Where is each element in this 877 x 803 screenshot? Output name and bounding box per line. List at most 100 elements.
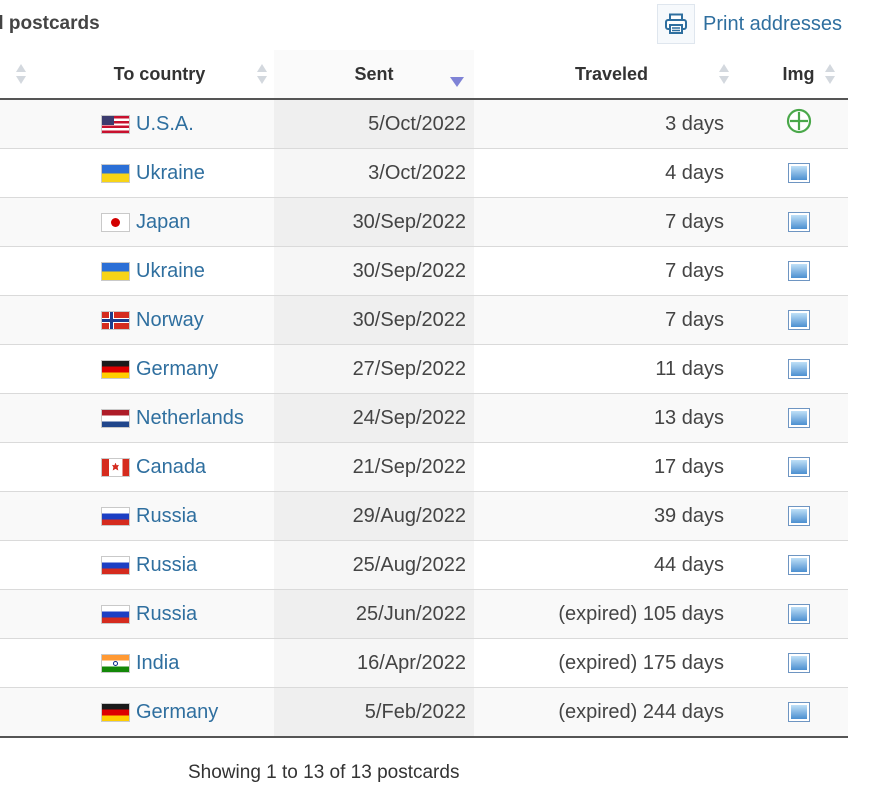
flag-ru-icon [102,605,129,623]
img-cell [749,589,848,639]
sort-icon [825,64,835,86]
country-link[interactable]: Russia [136,603,197,626]
country-link[interactable]: U.S.A. [136,113,194,136]
country-link[interactable]: Ukraine [136,260,205,283]
sent-date-cell: 30/Sep/2022 [274,197,474,247]
img-cell [749,246,848,296]
img-cell [749,344,848,394]
traveled-cell: (expired) 244 days [474,687,749,738]
traveled-cell: 7 days [474,295,749,345]
col-header-sent-label: Sent [354,63,394,84]
country-link[interactable]: Canada [136,456,206,479]
col-header-prev[interactable] [0,50,45,100]
table-row: Japan 30/Sep/2022 7 days [0,197,848,247]
img-cell [749,638,848,688]
add-icon[interactable] [786,108,812,140]
country-cell: Russia [45,589,274,639]
country-link[interactable]: India [136,652,179,675]
sent-date-cell: 24/Sep/2022 [274,393,474,443]
image-icon[interactable] [787,653,810,674]
sent-date-cell: 29/Aug/2022 [274,491,474,541]
sent-date-cell: 25/Aug/2022 [274,540,474,590]
image-icon[interactable] [787,310,810,331]
table-row: Russia 25/Aug/2022 44 days [0,540,848,590]
traveled-cell: 7 days [474,246,749,296]
sent-date-cell: 5/Oct/2022 [274,99,474,149]
img-cell [749,687,848,738]
traveled-cell: 11 days [474,344,749,394]
table-row: Norway 30/Sep/2022 7 days [0,295,848,345]
traveled-cell: (expired) 175 days [474,638,749,688]
img-cell [749,295,848,345]
page-title: d postcards [0,13,100,34]
traveled-cell: 13 days [474,393,749,443]
flag-us-icon [102,115,129,133]
img-cell [749,393,848,443]
image-icon[interactable] [787,457,810,478]
row-prev-cell [0,197,45,247]
img-cell [749,197,848,247]
col-header-sent[interactable]: Sent [274,50,474,100]
image-icon[interactable] [787,604,810,625]
image-icon[interactable] [787,408,810,429]
traveled-cell: 17 days [474,442,749,492]
country-link[interactable]: Germany [136,701,218,724]
country-link[interactable]: Norway [136,309,204,332]
flag-no-icon [102,311,129,329]
row-prev-cell [0,491,45,541]
traveled-cell: 4 days [474,148,749,198]
country-cell: Ukraine [45,148,274,198]
sort-descending-icon [450,77,464,87]
sent-date-cell: 3/Oct/2022 [274,148,474,198]
country-link[interactable]: Germany [136,358,218,381]
flag-ca-icon [102,458,129,476]
image-icon[interactable] [787,359,810,380]
sent-date-cell: 30/Sep/2022 [274,295,474,345]
country-cell: Ukraine [45,246,274,296]
country-link[interactable]: Ukraine [136,162,205,185]
country-link[interactable]: Russia [136,554,197,577]
table-row: Ukraine 30/Sep/2022 7 days [0,246,848,296]
country-cell: Norway [45,295,274,345]
image-icon[interactable] [787,212,810,233]
row-prev-cell [0,442,45,492]
table-summary: Showing 1 to 13 of 13 postcards [188,762,460,783]
img-cell [749,99,848,149]
image-icon[interactable] [787,163,810,184]
flag-ru-icon [102,556,129,574]
print-addresses-button[interactable]: Print addresses [657,4,842,44]
country-link[interactable]: Netherlands [136,407,244,430]
table-row: Germany 5/Feb/2022 (expired) 244 days [0,687,848,738]
table-row: Ukraine 3/Oct/2022 4 days [0,148,848,198]
flag-jp-icon [102,213,129,231]
col-header-img-label: Img [782,63,815,84]
flag-ru-icon [102,507,129,525]
sent-date-cell: 27/Sep/2022 [274,344,474,394]
sent-date-cell: 5/Feb/2022 [274,687,474,738]
country-link[interactable]: Japan [136,211,191,234]
country-link[interactable]: Russia [136,505,197,528]
col-header-to-country[interactable]: To country [45,50,274,100]
sent-date-cell: 25/Jun/2022 [274,589,474,639]
col-header-traveled[interactable]: Traveled [474,50,749,100]
row-prev-cell [0,99,45,149]
row-prev-cell [0,687,45,738]
image-icon[interactable] [787,506,810,527]
img-cell [749,540,848,590]
row-prev-cell [0,540,45,590]
flag-ua-icon [102,164,129,182]
image-icon[interactable] [787,261,810,282]
col-header-img[interactable]: Img [749,50,848,100]
sent-date-cell: 16/Apr/2022 [274,638,474,688]
table-header-row: To country Sent Traveled Img [0,50,848,100]
image-icon[interactable] [787,555,810,576]
table-row: Russia 29/Aug/2022 39 days [0,491,848,541]
image-icon[interactable] [787,702,810,723]
country-cell: Canada [45,442,274,492]
sent-date-cell: 30/Sep/2022 [274,246,474,296]
row-prev-cell [0,295,45,345]
table-row: India 16/Apr/2022 (expired) 175 days [0,638,848,688]
flag-de-icon [102,360,129,378]
row-prev-cell [0,148,45,198]
country-cell: India [45,638,274,688]
